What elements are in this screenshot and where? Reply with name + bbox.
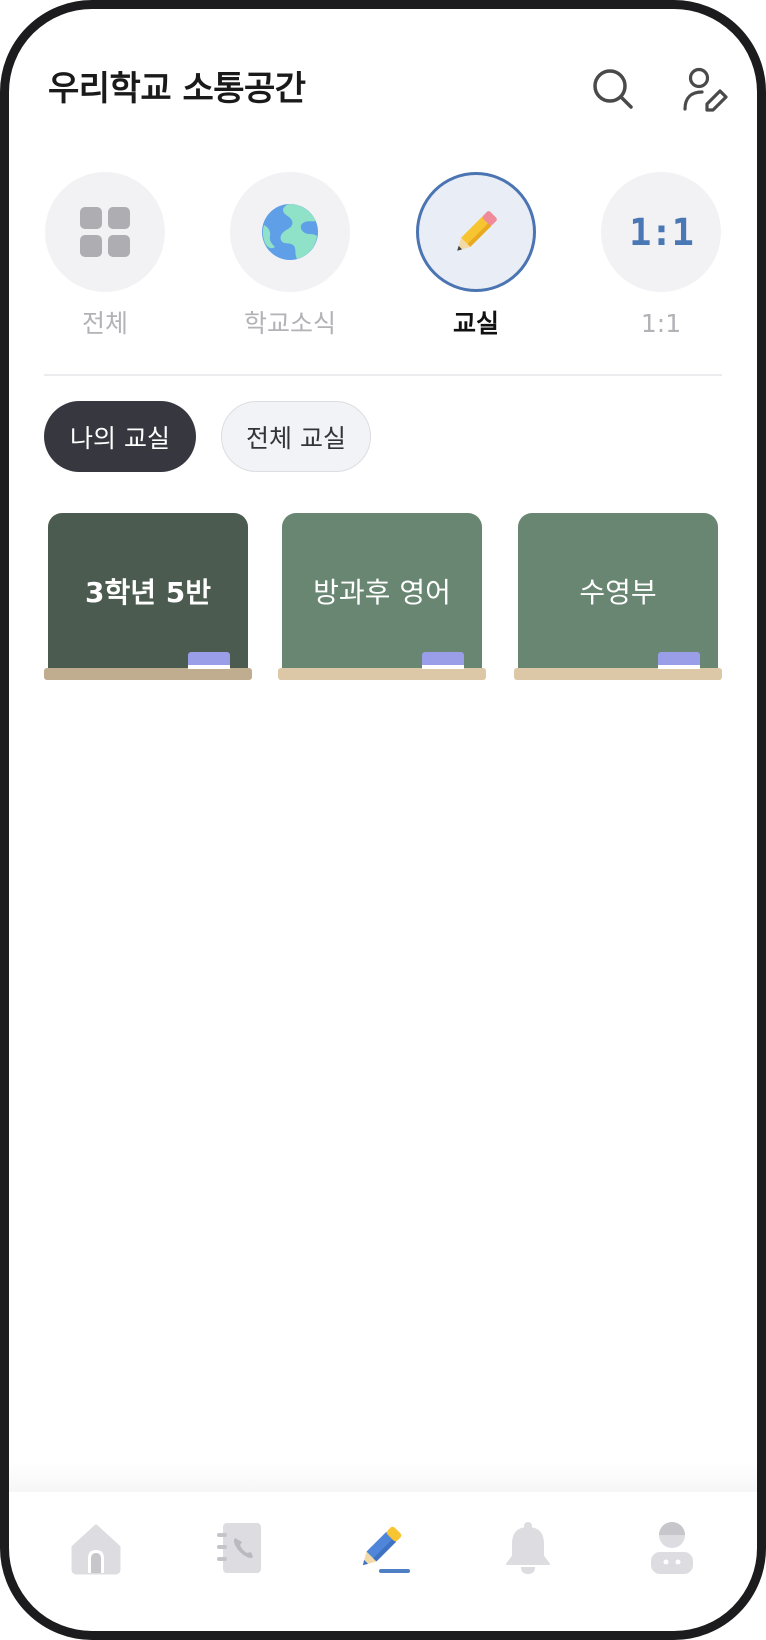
nav-profile[interactable] [643, 1519, 701, 1577]
section-divider [44, 374, 722, 376]
app-screen: 우리학교 소통공간 전체 학교소식 교실 1:1 1:1 나의 교실 전체 교실… [0, 0, 766, 1640]
eraser-icon [188, 652, 230, 669]
classroom-name: 3학년 5반 [85, 575, 211, 609]
category-classroom[interactable]: 교실 [396, 172, 556, 348]
category-label: 전체 [81, 309, 128, 338]
user-icon [651, 1522, 693, 1574]
category-all[interactable]: 전체 [25, 172, 185, 348]
search-button[interactable] [588, 64, 638, 114]
nav-shadow [0, 1462, 766, 1492]
nav-active-indicator [379, 1569, 410, 1573]
classroom-card[interactable]: 방과후 영어 [278, 513, 486, 681]
chalkboard-ledge [514, 668, 722, 680]
classroom-card[interactable]: 수영부 [514, 513, 722, 681]
bell-icon [506, 1522, 550, 1574]
home-icon [71, 1524, 121, 1575]
pencil-icon [457, 211, 497, 251]
grid-icon [80, 207, 130, 257]
nav-home[interactable] [67, 1519, 125, 1577]
classroom-name: 수영부 [579, 575, 657, 609]
globe-icon [262, 204, 318, 260]
contacts-book-icon [217, 1523, 261, 1573]
nav-contacts[interactable] [210, 1519, 268, 1577]
chalkboard: 수영부 [518, 513, 718, 670]
eraser-icon [422, 652, 464, 669]
filter-all-classrooms[interactable]: 전체 교실 [221, 401, 371, 472]
classroom-name: 방과후 영어 [313, 575, 451, 609]
category-circle: 1:1 [601, 172, 721, 292]
category-school-news[interactable]: 학교소식 [210, 172, 370, 348]
classroom-card[interactable]: 3학년 5반 [44, 513, 252, 681]
search-icon [593, 69, 633, 109]
category-label: 학교소식 [243, 309, 336, 338]
chalkboard-ledge [44, 668, 252, 680]
category-circle [230, 172, 350, 292]
category-circle [416, 172, 536, 292]
chalkboard: 방과후 영어 [282, 513, 482, 670]
one-on-one-icon: 1:1 [629, 210, 694, 254]
profile-edit-button[interactable] [680, 64, 730, 114]
filter-my-classroom[interactable]: 나의 교실 [44, 401, 196, 472]
category-label: 1:1 [640, 309, 682, 338]
chalkboard-ledge [278, 668, 486, 680]
chalkboard: 3학년 5반 [48, 513, 248, 670]
category-circle [45, 172, 165, 292]
eraser-icon [658, 652, 700, 669]
profile-edit-icon [683, 67, 728, 112]
category-label: 교실 [452, 309, 499, 338]
category-one-on-one[interactable]: 1:1 1:1 [581, 172, 741, 348]
nav-notifications[interactable] [499, 1519, 557, 1577]
page-title: 우리학교 소통공간 [48, 69, 306, 109]
